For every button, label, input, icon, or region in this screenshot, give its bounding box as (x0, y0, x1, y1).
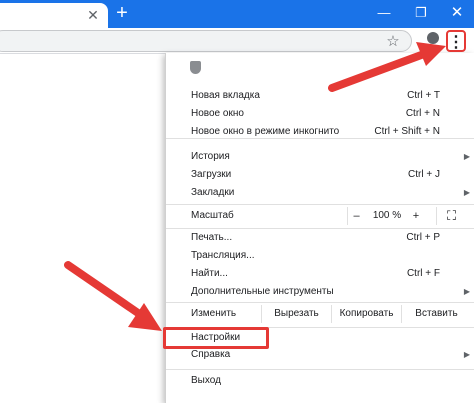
browser-tab[interactable]: ✕ (0, 3, 108, 28)
zoom-value: 100 % (372, 210, 402, 221)
menu-separator (166, 204, 474, 205)
restore-button[interactable]: ❐ (407, 0, 435, 26)
title-bar: ✕ + — ❐ ✕ (0, 0, 474, 28)
settings-highlight (163, 327, 269, 349)
close-tab-icon[interactable]: ✕ (86, 6, 100, 24)
menu-item-exit[interactable]: Выход (166, 372, 474, 390)
close-window-button[interactable]: ✕ (443, 0, 471, 26)
menu-item-shortcut: Ctrl + N (405, 108, 440, 119)
zoom-out-button[interactable]: – (347, 207, 365, 225)
chrome-menu: Новая вкладка Ctrl + T Новое окно Ctrl + NН… (165, 53, 474, 403)
menu-item[interactable]: Новое окно Ctrl + N (166, 105, 474, 123)
minimize-button[interactable]: — (370, 0, 398, 26)
arrow-to-menu-button-icon (328, 42, 446, 92)
menu-item-label: Загрузки (191, 169, 232, 180)
submenu-arrow-icon: ▶ (463, 350, 470, 359)
menu-item-label: Найти... (191, 268, 228, 279)
menu-item-label: Новое окно (191, 108, 244, 119)
new-tab-button[interactable]: + (112, 2, 132, 24)
menu-item-label: История (191, 151, 230, 162)
menu-item-label: Дополнительные инструменты (191, 286, 334, 297)
shield-icon (190, 61, 201, 74)
copy-button[interactable]: Копировать (331, 305, 401, 323)
exit-label: Выход (191, 375, 221, 386)
menu-separator (166, 369, 474, 370)
menu-item[interactable]: Найти... Ctrl + F (166, 265, 474, 283)
menu-item-shortcut: Ctrl + P (406, 232, 440, 243)
paste-button[interactable]: Вставить (401, 305, 471, 323)
edit-row: Изменить Вырезать Копировать Вставить (166, 302, 474, 326)
submenu-arrow-icon: ▶ (463, 152, 470, 161)
menu-item[interactable]: Трансляция... (166, 247, 474, 265)
menu-item-shortcut: Ctrl + F (406, 268, 440, 279)
menu-item[interactable]: Загрузки Ctrl + J (166, 166, 474, 184)
zoom-label: Масштаб (191, 210, 234, 221)
menu-item-label: Печать... (191, 232, 233, 243)
submenu-arrow-icon: ▶ (463, 188, 470, 197)
menu-item-label: Закладки (191, 187, 235, 198)
fullscreen-icon[interactable]: ⛶ (436, 207, 466, 225)
menu-item[interactable]: История ▶ (166, 148, 474, 166)
menu-separator (166, 138, 474, 139)
menu-item[interactable]: Закладки ▶ (166, 184, 474, 202)
menu-item-label: Трансляция... (191, 250, 255, 261)
menu-item-shortcut: Ctrl + J (408, 169, 440, 180)
menu-item[interactable]: Дополнительные инструменты ▶ (166, 283, 474, 301)
zoom-row: Масштаб – 100 % + ⛶ (166, 207, 474, 225)
cut-button[interactable]: Вырезать (261, 305, 331, 323)
menu-item[interactable]: Печать... Ctrl + P (166, 229, 474, 247)
zoom-in-button[interactable]: + (407, 207, 425, 225)
arrow-to-settings-icon (64, 261, 162, 331)
edit-label: Изменить (191, 308, 237, 319)
submenu-arrow-icon: ▶ (463, 287, 470, 296)
menu-item-label: Новая вкладка (191, 90, 260, 101)
